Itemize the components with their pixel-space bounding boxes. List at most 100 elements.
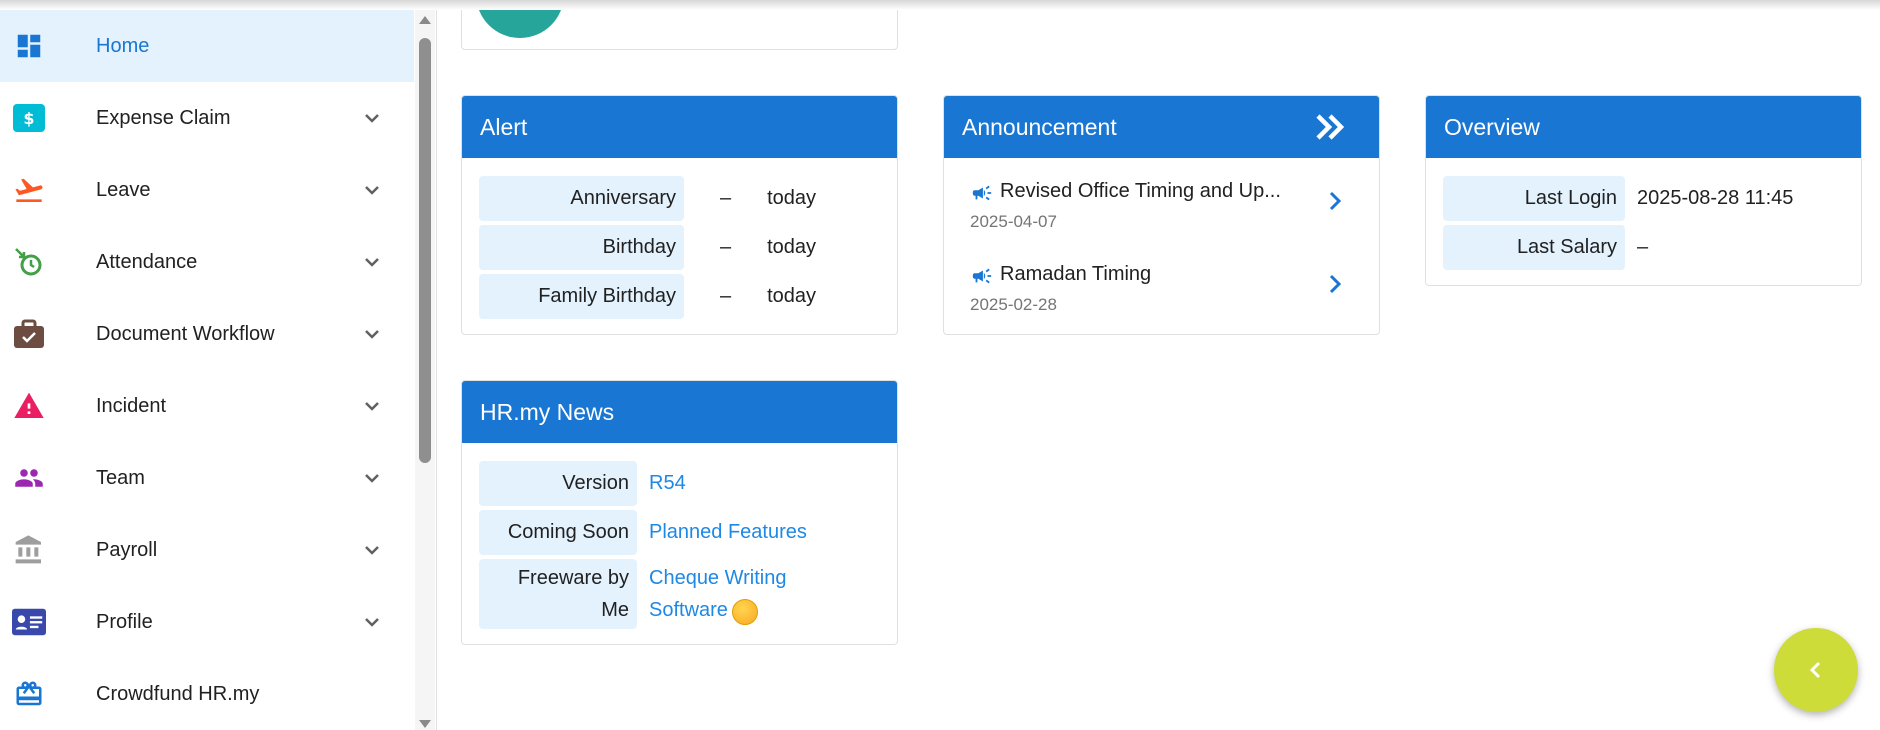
announcement-title: Revised Office Timing and Up...: [1000, 180, 1281, 202]
announcement-date: 2025-04-07: [970, 212, 1057, 231]
scroll-up-arrow-icon[interactable]: [419, 16, 431, 24]
chevron-down-icon: [365, 618, 379, 627]
sidebar-item-leave[interactable]: Leave: [0, 154, 414, 226]
alert-value: today: [767, 187, 817, 209]
cheque-writing-link[interactable]: Cheque Writing Software: [649, 559, 786, 628]
dashboard-icon: [12, 29, 46, 63]
sidebar-item-label: Attendance: [96, 250, 198, 273]
overview-card-header: Overview: [1426, 96, 1861, 158]
announcement-date: 2025-02-28: [970, 295, 1057, 314]
news-key-line: Freeware by: [517, 567, 629, 589]
news-row-coming-soon: Coming Soon Planned Features: [479, 510, 807, 555]
dollar-bill-icon: $: [12, 101, 46, 135]
bank-icon: [12, 533, 46, 567]
sidebar-item-document-workflow[interactable]: Document Workflow: [0, 298, 414, 370]
sidebar-scrollbar[interactable]: [415, 10, 435, 730]
news-row-freeware: Freeware by Me Cheque Writing Software: [479, 559, 786, 629]
alert-dash: –: [720, 285, 732, 307]
alert-row-anniversary: Anniversary – today: [479, 176, 816, 221]
alert-value: today: [767, 285, 817, 307]
card-title: Overview: [1444, 113, 1540, 140]
megaphone-icon: [972, 185, 992, 201]
announcement-title: Ramadan Timing: [1000, 263, 1152, 285]
briefcase-check-icon: [12, 317, 46, 351]
chevron-left-icon: [1809, 661, 1821, 679]
chevron-right-icon[interactable]: [1324, 271, 1346, 297]
news-key-line: Me: [601, 599, 629, 621]
chevron-down-icon: [365, 402, 379, 411]
sidebar-item-label: Incident: [96, 394, 167, 417]
sidebar-item-label: Crowdfund HR.my: [96, 682, 260, 705]
sidebar-item-attendance[interactable]: Attendance: [0, 226, 414, 298]
alert-dash: –: [720, 187, 732, 209]
sidebar: Home $ Expense Claim Leave Attendance Do…: [0, 0, 415, 730]
card-title: Announcement: [962, 113, 1117, 140]
link-line: Software: [649, 599, 728, 621]
sidebar-item-expense-claim[interactable]: $ Expense Claim: [0, 82, 414, 154]
planned-features-link[interactable]: Planned Features: [649, 521, 807, 544]
sidebar-item-label: Leave: [96, 178, 151, 201]
sidebar-item-label: Home: [96, 34, 150, 57]
svg-text:$: $: [23, 109, 34, 128]
news-card: HR.my News Version R54 Coming Soon Plann…: [461, 380, 898, 645]
airplane-takeoff-icon: [12, 173, 46, 207]
gift-card-icon: [12, 677, 46, 711]
sidebar-item-profile[interactable]: Profile: [0, 586, 414, 658]
sidebar-item-label: Payroll: [96, 538, 158, 561]
chevron-down-icon: [365, 474, 379, 483]
warning-icon: [12, 389, 46, 423]
sidebar-item-crowdfund[interactable]: Crowdfund HR.my: [0, 658, 414, 730]
chevron-down-icon: [365, 186, 379, 195]
news-card-header: HR.my News: [462, 381, 897, 443]
overview-row-last-salary: Last Salary –: [1443, 225, 1648, 270]
sidebar-item-home[interactable]: Home: [0, 10, 414, 82]
overview-key: Last Salary: [1443, 225, 1625, 270]
alert-row-family-birthday: Family Birthday – today: [479, 274, 816, 319]
announcement-card-header: Announcement: [944, 96, 1379, 158]
announcement-item[interactable]: Ramadan Timing 2025-02-28: [970, 263, 1370, 333]
alert-dash: –: [720, 236, 732, 258]
news-key: Coming Soon: [479, 510, 637, 555]
chevron-down-icon: [365, 546, 379, 555]
sidebar-nav: Home $ Expense Claim Leave Attendance Do…: [0, 10, 414, 730]
alert-key: Family Birthday: [479, 274, 684, 319]
card-title: HR.my News: [480, 398, 615, 425]
sidebar-item-label: Expense Claim: [96, 106, 231, 129]
overview-value: –: [1637, 236, 1649, 258]
clock-arrow-icon: [12, 245, 46, 279]
overview-card: Overview Last Login 2025-08-28 11:45 Las…: [1425, 95, 1862, 286]
news-key: Version: [479, 461, 637, 506]
alert-card: Alert Anniversary – today Birthday – tod…: [461, 95, 898, 335]
people-icon: [12, 461, 46, 495]
sidebar-item-payroll[interactable]: Payroll: [0, 514, 414, 586]
sidebar-item-label: Team: [96, 466, 145, 489]
emoji-icon: [731, 598, 758, 625]
chevron-right-icon[interactable]: [1324, 188, 1346, 214]
version-link[interactable]: R54: [649, 472, 686, 495]
sidebar-divider: [436, 0, 437, 730]
top-app-bar-edge: [0, 0, 1880, 10]
announcement-item[interactable]: Revised Office Timing and Up... 2025-04-…: [970, 180, 1370, 250]
double-chevron-right-icon[interactable]: [1315, 113, 1345, 141]
scrollbar-thumb[interactable]: [419, 38, 431, 463]
sidebar-item-label: Profile: [96, 610, 153, 633]
alert-card-header: Alert: [462, 96, 897, 158]
news-row-version: Version R54: [479, 461, 686, 506]
id-card-icon: [12, 605, 46, 639]
overview-value: 2025-08-28 11:45: [1637, 187, 1794, 209]
card-title: Alert: [480, 113, 528, 140]
sidebar-item-label: Document Workflow: [96, 322, 275, 345]
megaphone-icon: [972, 268, 992, 284]
alert-value: today: [767, 236, 817, 258]
chevron-down-icon: [365, 114, 379, 123]
news-key: Freeware by Me: [479, 559, 637, 629]
sidebar-item-incident[interactable]: Incident: [0, 370, 414, 442]
sidebar-item-team[interactable]: Team: [0, 442, 414, 514]
overview-key: Last Login: [1443, 176, 1625, 221]
alert-key: Anniversary: [479, 176, 684, 221]
announcement-card: Announcement Revised Office Timing and U…: [943, 95, 1380, 335]
collapse-fab-button[interactable]: [1774, 628, 1858, 712]
scroll-down-arrow-icon[interactable]: [419, 720, 431, 728]
alert-key: Birthday: [479, 225, 684, 270]
alert-row-birthday: Birthday – today: [479, 225, 816, 270]
